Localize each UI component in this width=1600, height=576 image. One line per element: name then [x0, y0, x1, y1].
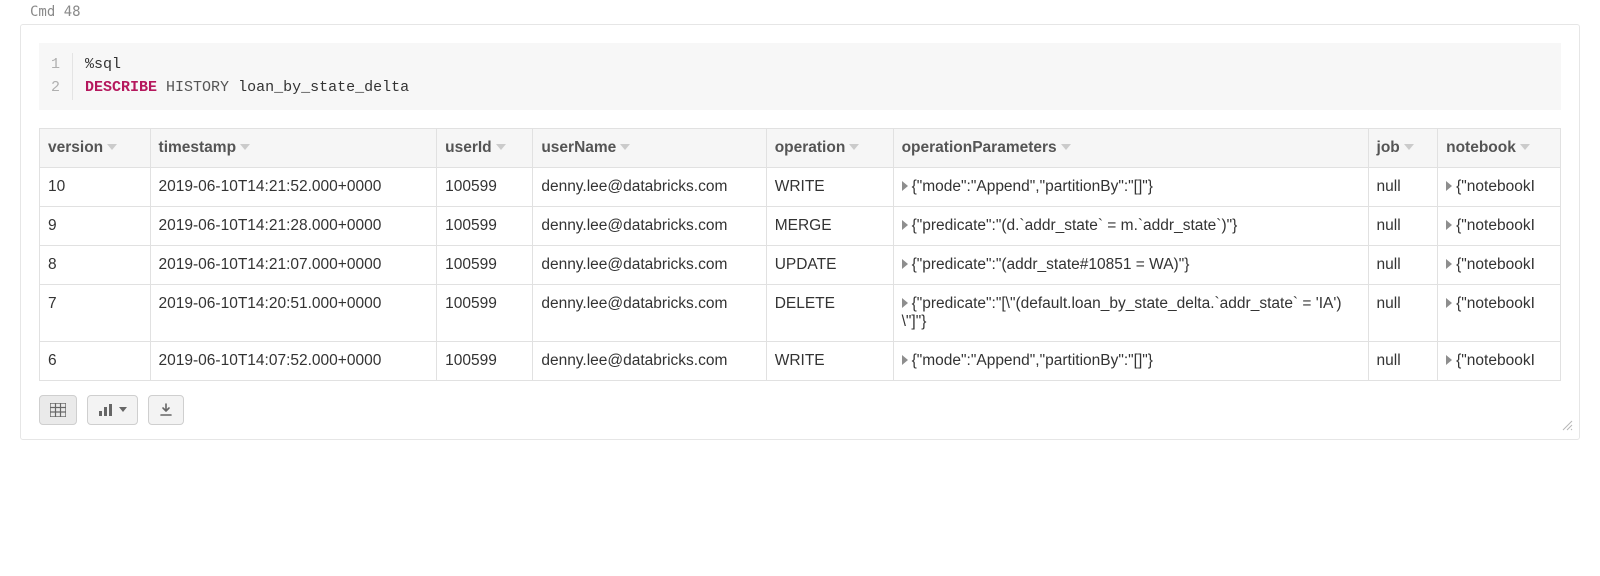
code-editor[interactable]: 1 %sql 2 DESCRIBE HISTORY loan_by_state_… [39, 43, 1561, 110]
table-view-button[interactable] [39, 395, 77, 425]
cell-notebook: {"notebookI [1438, 284, 1561, 341]
cell-job: null [1368, 245, 1438, 284]
cell-notebook: {"notebookI [1438, 341, 1561, 380]
sort-icon [849, 144, 859, 150]
table-icon [50, 403, 66, 417]
download-icon [159, 403, 173, 417]
sort-icon [107, 144, 117, 150]
table-row: 82019-06-10T14:21:07.000+0000100599denny… [40, 245, 1561, 284]
cell-notebook: {"notebookI [1438, 245, 1561, 284]
cell-userId: 100599 [437, 284, 533, 341]
chevron-down-icon [119, 407, 127, 412]
cmd-label: Cmd 48 [10, 0, 1590, 24]
table-row: 72019-06-10T14:20:51.000+0000100599denny… [40, 284, 1561, 341]
cell-version: 7 [40, 284, 151, 341]
sort-icon [496, 144, 506, 150]
cell-version: 8 [40, 245, 151, 284]
chart-view-button[interactable] [87, 395, 138, 425]
cell-operationParameters: {"predicate":"[\"(default.loan_by_state_… [893, 284, 1368, 341]
code-text: DESCRIBE HISTORY loan_by_state_delta [85, 76, 409, 99]
output-toolbar [39, 395, 1561, 425]
line-number: 2 [39, 76, 73, 99]
cell-timestamp: 2019-06-10T14:21:28.000+0000 [150, 206, 437, 245]
expand-icon[interactable] [1446, 355, 1452, 365]
expand-icon[interactable] [902, 298, 908, 308]
cell-timestamp: 2019-06-10T14:07:52.000+0000 [150, 341, 437, 380]
column-header-operationParameters[interactable]: operationParameters [893, 128, 1368, 167]
expand-icon[interactable] [1446, 181, 1452, 191]
code-text: %sql [85, 53, 121, 76]
cell-operation: UPDATE [766, 245, 893, 284]
cell-notebook: {"notebookI [1438, 206, 1561, 245]
expand-icon[interactable] [1446, 220, 1452, 230]
cell-timestamp: 2019-06-10T14:21:07.000+0000 [150, 245, 437, 284]
cell-timestamp: 2019-06-10T14:20:51.000+0000 [150, 284, 437, 341]
cell-userId: 100599 [437, 245, 533, 284]
expand-icon[interactable] [1446, 259, 1452, 269]
result-output: versiontimestampuserIduserNameoperationo… [39, 128, 1561, 381]
sort-icon [1061, 144, 1071, 150]
result-table: versiontimestampuserIduserNameoperationo… [39, 128, 1561, 381]
column-header-userName[interactable]: userName [533, 128, 766, 167]
sort-icon [1520, 144, 1530, 150]
cell-userName: denny.lee@databricks.com [533, 206, 766, 245]
cell-userName: denny.lee@databricks.com [533, 167, 766, 206]
sort-icon [620, 144, 630, 150]
cell-operation: MERGE [766, 206, 893, 245]
sort-icon [1404, 144, 1414, 150]
expand-icon[interactable] [902, 220, 908, 230]
table-row: 62019-06-10T14:07:52.000+0000100599denny… [40, 341, 1561, 380]
sort-icon [240, 144, 250, 150]
column-header-job[interactable]: job [1368, 128, 1438, 167]
cell-operation: WRITE [766, 167, 893, 206]
cell-job: null [1368, 206, 1438, 245]
cell-notebook: {"notebookI [1438, 167, 1561, 206]
cell-version: 10 [40, 167, 151, 206]
cell-userId: 100599 [437, 206, 533, 245]
cell-operationParameters: {"predicate":"(addr_state#10851 = WA)"} [893, 245, 1368, 284]
expand-icon[interactable] [902, 181, 908, 191]
table-row: 92019-06-10T14:21:28.000+0000100599denny… [40, 206, 1561, 245]
notebook-cell: 1 %sql 2 DESCRIBE HISTORY loan_by_state_… [20, 24, 1580, 440]
bar-chart-icon [98, 403, 114, 417]
download-button[interactable] [148, 395, 184, 425]
cell-userName: denny.lee@databricks.com [533, 245, 766, 284]
cell-operation: DELETE [766, 284, 893, 341]
cell-operationParameters: {"mode":"Append","partitionBy":"[]"} [893, 341, 1368, 380]
column-header-operation[interactable]: operation [766, 128, 893, 167]
cell-timestamp: 2019-06-10T14:21:52.000+0000 [150, 167, 437, 206]
table-row: 102019-06-10T14:21:52.000+0000100599denn… [40, 167, 1561, 206]
expand-icon[interactable] [1446, 298, 1452, 308]
column-header-timestamp[interactable]: timestamp [150, 128, 437, 167]
cell-operationParameters: {"predicate":"(d.`addr_state` = m.`addr_… [893, 206, 1368, 245]
expand-icon[interactable] [902, 355, 908, 365]
cell-userId: 100599 [437, 167, 533, 206]
cell-userId: 100599 [437, 341, 533, 380]
cell-operationParameters: {"mode":"Append","partitionBy":"[]"} [893, 167, 1368, 206]
cell-userName: denny.lee@databricks.com [533, 284, 766, 341]
expand-icon[interactable] [902, 259, 908, 269]
column-header-notebook[interactable]: notebook [1438, 128, 1561, 167]
cell-job: null [1368, 284, 1438, 341]
resize-handle-icon[interactable] [1561, 418, 1573, 435]
cell-operation: WRITE [766, 341, 893, 380]
cell-userName: denny.lee@databricks.com [533, 341, 766, 380]
cell-job: null [1368, 167, 1438, 206]
cell-version: 9 [40, 206, 151, 245]
line-number: 1 [39, 53, 73, 76]
cell-version: 6 [40, 341, 151, 380]
column-header-version[interactable]: version [40, 128, 151, 167]
column-header-userId[interactable]: userId [437, 128, 533, 167]
cell-job: null [1368, 341, 1438, 380]
